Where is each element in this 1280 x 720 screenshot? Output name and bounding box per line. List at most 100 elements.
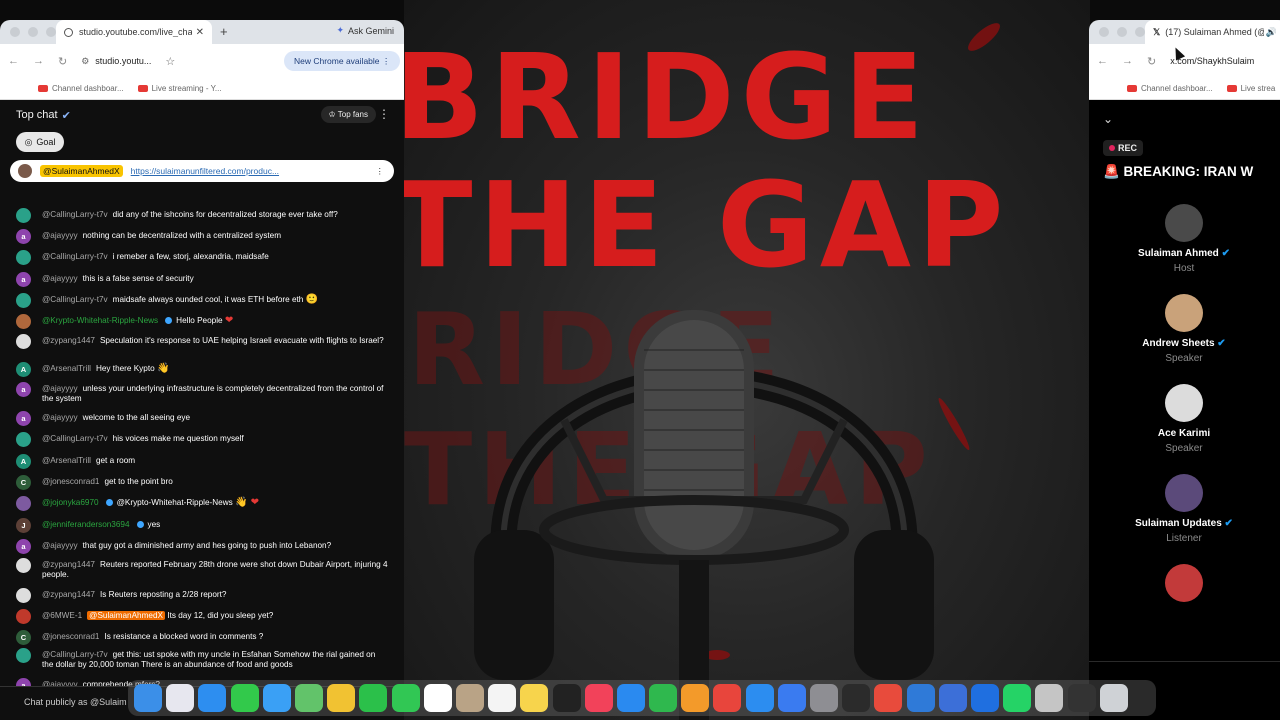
chat-author[interactable]: @CallingLarry-t7v (42, 434, 108, 443)
chevron-down-icon[interactable]: ⌄ (1103, 112, 1113, 126)
chat-author[interactable]: @Krypto-Whitehat-Ripple-News (42, 316, 158, 325)
reminders-icon[interactable] (488, 684, 517, 712)
chat-author[interactable]: @ArsenalTrill (42, 456, 91, 465)
maps-icon[interactable] (295, 684, 324, 712)
messages-icon[interactable] (230, 684, 259, 712)
avatar[interactable]: a (16, 229, 31, 244)
notes-icon[interactable] (520, 684, 549, 712)
safari-icon[interactable] (198, 684, 227, 712)
chat-message[interactable]: A @ArsenalTrill Hey there Kypto 👋 (16, 362, 388, 377)
bookmark-live-streaming[interactable]: Live streaming - Y... (137, 84, 222, 93)
avatar[interactable] (16, 208, 31, 223)
chat-message[interactable]: @CallingLarry-t7v i remeber a few, storj,… (16, 250, 388, 265)
phone-icon[interactable] (391, 684, 420, 712)
pages-icon[interactable] (681, 684, 710, 712)
numbers-icon[interactable] (649, 684, 678, 712)
avatar[interactable] (16, 314, 31, 329)
chat-author[interactable]: @zypang1447 (42, 590, 95, 599)
avatar[interactable] (1165, 294, 1203, 332)
chat-author[interactable]: @CallingLarry-t7v (42, 295, 108, 304)
mail-icon[interactable] (262, 684, 291, 712)
avatar[interactable]: A (16, 362, 31, 377)
chat-message[interactable]: C @jonesconrad1 Is resistance a blocked wo… (16, 630, 388, 645)
avatar[interactable]: a (16, 411, 31, 426)
safari-tech-icon[interactable] (906, 684, 935, 712)
avatar[interactable] (16, 432, 31, 447)
avatar[interactable]: A (16, 454, 31, 469)
avatar[interactable] (1165, 564, 1203, 602)
avatar[interactable]: J (16, 518, 31, 533)
files-icon[interactable] (777, 684, 806, 712)
pinned-link[interactable]: https://sulaimanunfiltered.com/produc... (131, 166, 279, 176)
contacts-icon[interactable] (455, 684, 484, 712)
chat-author[interactable]: @ajayyyy (42, 541, 78, 550)
new-chrome-available-button[interactable]: New Chrome available ⋮ (284, 51, 401, 71)
ask-gemini-button[interactable]: ✦ Ask Gemini (336, 25, 394, 36)
forward-icon[interactable]: → (33, 55, 44, 67)
keynote-icon[interactable] (616, 684, 645, 712)
chat-author[interactable]: @CallingLarry-t7v (42, 210, 108, 219)
tab-x[interactable]: 𝕏 (17) Sulaiman Ahmed (@S 🔊 (1145, 20, 1280, 44)
window-controls[interactable] (1099, 27, 1145, 37)
chrome-icon[interactable] (874, 684, 903, 712)
avatar[interactable] (1165, 204, 1203, 242)
launchpad-icon[interactable] (166, 684, 195, 712)
url-field[interactable]: x.com/ShaykhSulaim (1170, 56, 1254, 66)
rocket-icon[interactable] (713, 684, 742, 712)
chat-author[interactable]: @CallingLarry-t7v (42, 252, 108, 261)
chat-author[interactable]: @zypang1447 (42, 336, 95, 345)
bookmark-star-icon[interactable]: ☆ (165, 55, 175, 68)
whatsapp-icon[interactable] (1003, 684, 1032, 712)
chat-message[interactable]: @CallingLarry-t7v did any of the ishcoins… (16, 208, 388, 223)
url-field[interactable]: studio.youtu... (95, 56, 151, 66)
avatar[interactable] (16, 334, 31, 349)
bookmark-channel-dashboard[interactable]: Channel dashboar... (1127, 84, 1213, 93)
window-controls[interactable] (10, 27, 56, 37)
more-options-icon[interactable]: ⋮ (376, 166, 385, 177)
calendar-icon[interactable] (423, 684, 452, 712)
avatar[interactable] (16, 609, 31, 624)
reload-icon[interactable]: ↻ (1147, 55, 1156, 68)
facetime-icon[interactable] (359, 684, 388, 712)
music-icon[interactable] (584, 684, 613, 712)
chat-message[interactable]: a @ajayyyy welcome to the all seeing eye (16, 411, 388, 426)
chat-message[interactable]: @Krypto-Whitehat-Ripple-News Hello People… (16, 314, 388, 329)
avatar[interactable] (16, 496, 31, 511)
chat-message[interactable]: a @ajayyyy this is a false sense of securi… (16, 272, 388, 287)
chat-message[interactable]: @6MWE-1 @SulaimanAhmedX Its day 12, did y… (16, 609, 388, 624)
site-info-icon[interactable]: ⚙ (81, 56, 89, 67)
space-participant[interactable]: Sulaiman Ahmed ✔ Host (1089, 204, 1280, 274)
chat-author[interactable]: @jonesconrad1 (42, 632, 99, 641)
avatar[interactable]: a (16, 539, 31, 554)
screenshot-icon[interactable] (1035, 684, 1064, 712)
chat-message[interactable]: @zypang1447 Is Reuters reposting a 2/28 r… (16, 588, 388, 603)
space-participant[interactable] (1089, 564, 1280, 602)
avatar[interactable] (16, 250, 31, 265)
chat-message[interactable]: C @jonesconrad1 get to the point bro (16, 475, 388, 490)
appstore-icon[interactable] (745, 684, 774, 712)
close-tab-icon[interactable]: ✕ (196, 27, 204, 38)
avatar[interactable] (1165, 474, 1203, 512)
pinned-message[interactable]: @SulaimanAhmedX https://sulaimanunfilter… (10, 160, 394, 182)
chat-author[interactable]: @ajayyyy (42, 231, 78, 240)
terminal-icon[interactable] (1067, 684, 1096, 712)
forward-icon[interactable]: → (1122, 55, 1133, 67)
chat-message[interactable]: @zypang1447 Speculation it's response to … (16, 334, 388, 349)
tv-icon[interactable] (552, 684, 581, 712)
chat-message[interactable]: a @ajayyyy that guy got a diminished army … (16, 539, 388, 554)
bookmark-channel-dashboard[interactable]: Channel dashboar... (38, 84, 124, 93)
chat-author[interactable]: @zypang1447 (42, 560, 95, 569)
avatar[interactable] (1165, 384, 1203, 422)
preview-icon[interactable] (938, 684, 967, 712)
quicktime-icon[interactable] (970, 684, 999, 712)
avatar[interactable]: C (16, 630, 31, 645)
chat-message[interactable]: a @ajayyyy nothing can be decentralized wi… (16, 229, 388, 244)
chat-message[interactable]: @CallingLarry-t7v his voices make me ques… (16, 432, 388, 447)
chat-author[interactable]: @jenniferanderson3694 (42, 520, 130, 529)
avatar[interactable] (16, 648, 31, 663)
chat-message[interactable]: J @jenniferanderson3694 yes (16, 518, 388, 533)
goal-button[interactable]: ◎ Goal (16, 132, 64, 152)
space-participant[interactable]: Ace Karimi Speaker (1089, 384, 1280, 454)
finder-icon[interactable] (134, 684, 163, 712)
tab-youtube-studio[interactable]: studio.youtube.com/live_cha ✕ (56, 20, 212, 44)
